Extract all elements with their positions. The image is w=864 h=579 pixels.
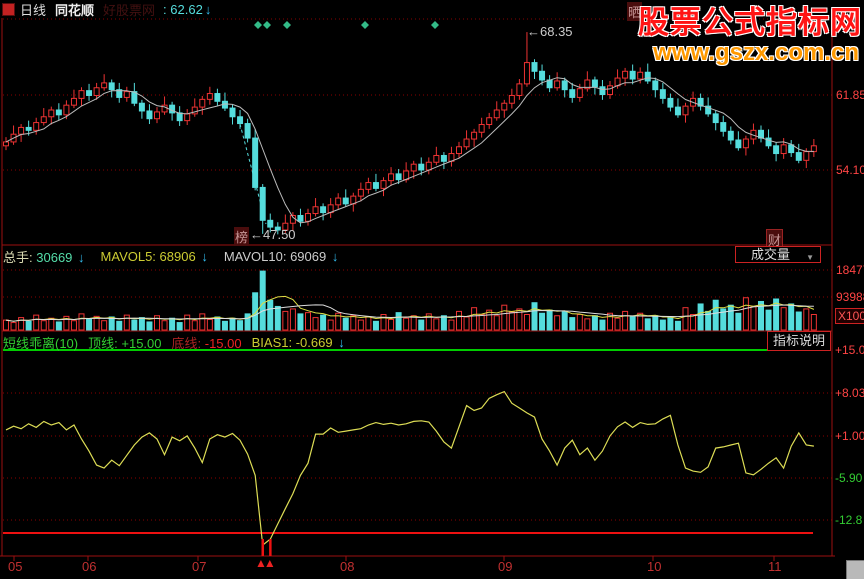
high-annotation: ←68.35 — [527, 24, 573, 39]
stray-char-middle: 榜 — [234, 227, 250, 246]
price-axis-label: 54.10 — [836, 163, 864, 177]
bias-axis-label: -12.8 — [835, 513, 863, 527]
scrollbar-corner[interactable] — [846, 560, 864, 579]
time-axis-label: 05 — [8, 559, 23, 574]
mavol10-label: MAVOL10: — [223, 249, 287, 264]
app-name: 同花顺 — [55, 2, 95, 18]
price-axis-label: 61.85 — [836, 88, 864, 102]
bias-indicator-name: 短线乖离(10) — [3, 336, 79, 351]
bottomline-label: 底线: — [171, 336, 202, 351]
zongshou-label: 总手: — [3, 250, 33, 265]
low-annotation: ←47.50 — [250, 227, 296, 242]
chart-header: 日线 同花顺 好股票网 : 62.62 ↓ — [2, 0, 212, 19]
topline-value: +15.00 — [121, 336, 162, 351]
last-price: 62.62 — [170, 1, 203, 17]
bias-axis-label: +8.03 — [835, 386, 864, 400]
time-axis-label: 11 — [768, 559, 782, 574]
bias-axis-label: +15.00 — [835, 343, 864, 357]
topline-label: 顶线: — [88, 336, 118, 351]
watermark-url: www.gszx.com.cn — [653, 38, 859, 66]
mavol10-arrow: ↓ — [331, 249, 339, 264]
bias-line — [5, 390, 814, 547]
volume-axis-label: 93988 — [836, 290, 864, 304]
mavol5-value: 68906 — [159, 249, 196, 264]
price-separator: : — [163, 1, 167, 17]
price-down-arrow: ↓ — [204, 1, 212, 17]
volume-unit-badge: X100 — [835, 308, 864, 324]
buy-signal-triangles: ▲▲ — [255, 556, 276, 570]
period-label[interactable]: 日线 — [20, 0, 46, 19]
chart-canvas — [0, 18, 835, 561]
zongshou-value: 30669 — [36, 250, 73, 265]
time-axis-label: 06 — [82, 559, 97, 574]
volume-series — [3, 270, 817, 331]
site-watermark: 股票公式指标网 www.gszx.com.cn — [638, 5, 862, 66]
bias-axis-label: +1.00 — [835, 429, 864, 443]
event-diamond-markers — [254, 21, 439, 29]
mavol5-arrow: ↓ — [201, 249, 208, 264]
bias-axis-label: -5.90 — [835, 471, 863, 485]
time-axis-label: 07 — [192, 559, 207, 574]
bias1-value: -0.669 — [295, 335, 333, 350]
pane-frame — [0, 18, 835, 561]
chevron-down-icon[interactable]: ▼ — [806, 250, 814, 266]
indicator-help-button[interactable]: 指标说明 — [767, 331, 831, 351]
app-icon — [2, 2, 15, 16]
faint-watermark: 好股票网 — [103, 2, 156, 18]
bias1-arrow: ↓ — [338, 335, 345, 350]
time-axis-label: 09 — [498, 559, 513, 574]
volume-axis-label: 18477 — [836, 263, 864, 277]
mavol10-value: 69069 — [290, 249, 327, 264]
bias1-label: BIAS1: — [251, 335, 293, 350]
bias-header: 短线乖离(10) 顶线: +15.00 底线: -15.00 BIAS1: -0… — [3, 333, 345, 352]
indicator-dropdown-label: 成交量 — [751, 247, 791, 262]
bottomline-value: -15.00 — [204, 336, 242, 351]
time-axis-label: 10 — [647, 559, 662, 574]
zongshou-arrow: ↓ — [78, 250, 85, 265]
mavol5-label: MAVOL5: — [100, 249, 156, 264]
volume-header: 总手: 30669 ↓ MAVOL5: 68906 ↓ MAVOL10: 690… — [3, 247, 338, 266]
time-axis-label: 08 — [340, 559, 355, 574]
watermark-title: 股票公式指标网 — [638, 5, 862, 40]
indicator-dropdown[interactable]: 成交量 ▼ — [735, 246, 821, 263]
